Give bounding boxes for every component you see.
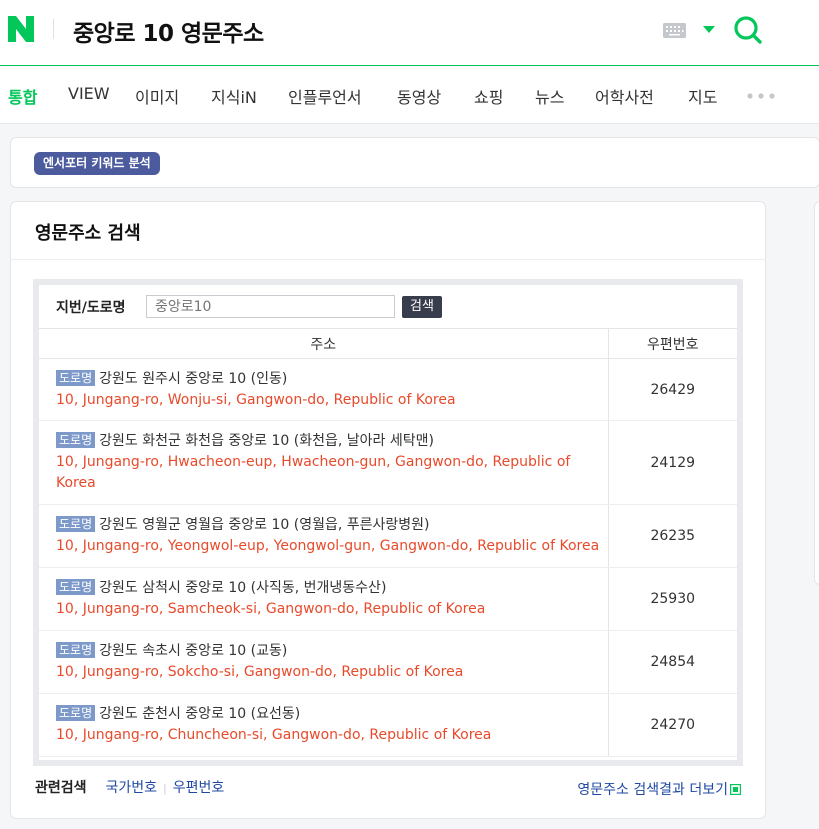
korean-address: 강원도 삼척시 중앙로 10 (사직동, 번개냉동수산) [99,580,387,596]
tab-all[interactable]: 통합 [8,84,37,108]
english-address-card: 영문주소 검색 지번/도로명 검색 주소 우편번호 도로명강원도 원주시 중앙로… [10,201,766,819]
korean-address: 강원도 영월군 영월읍 중앙로 10 (영월읍, 푸른사랑병원) [99,517,430,533]
card-title: 영문주소 검색 [35,223,141,244]
table-row: 도로명 강원도 화천군 화천읍 중앙로 10 (화천읍, 날아라 세탁맨) 10,… [39,420,737,505]
related-link-zip-code[interactable]: 우편번호 [173,780,225,796]
search-tabs: 통합 VIEW 이미지 지식iN 인플루언서 동영상 쇼핑 뉴스 어학사전 지도 [0,67,819,124]
tab-video[interactable]: 동영상 [397,84,441,108]
english-address[interactable]: 10, Jungang-ro, Sokcho-si, Gangwon-do, R… [56,662,608,683]
english-address[interactable]: 10, Jungang-ro, Wonju-si, Gangwon-do, Re… [56,390,608,411]
korean-address: 강원도 원주시 중앙로 10 (인동) [99,370,288,387]
road-name-badge: 도로명 [56,579,96,595]
zip-code: 25930 [608,567,737,631]
column-header-address: 주소 [39,328,609,359]
tab-kin[interactable]: 지식iN [211,84,257,108]
column-header-zip: 우편번호 [608,328,737,359]
table-row: 도로명 강원도 삼척시 중앙로 10 (사직동, 번개냉동수산) 10, Jung… [39,567,737,631]
tab-dictionary[interactable]: 어학사전 [595,84,654,108]
side-panel-card [814,201,819,585]
english-address[interactable]: 10, Jungang-ro, Samcheok-si, Gangwon-do,… [56,599,608,620]
address-search-button[interactable]: 검색 [402,296,442,318]
chevron-down-icon[interactable] [703,26,715,34]
tab-images[interactable]: 이미지 [135,84,179,108]
zip-code: 26235 [608,504,737,568]
zip-code: 24854 [608,630,737,694]
related-link-country-code[interactable]: 국가번호 [105,780,157,796]
zip-code: 24129 [608,420,737,505]
zip-code: 26429 [608,358,737,421]
more-results-label: 영문주소 검색결과 더보기 [577,782,728,798]
more-results-link[interactable]: 영문주소 검색결과 더보기 [577,779,741,799]
table-row: 도로명 강원도 영월군 영월읍 중앙로 10 (영월읍, 푸른사랑병원) 10, … [39,504,737,568]
search-header: 중앙로 10 영문주소 [0,0,819,66]
table-row: 도로명 강원도 속초시 중앙로 10 (교동) 10, Jungang-ro, S… [39,630,737,694]
related-divider: | [162,782,167,795]
address-search-input[interactable] [146,295,395,318]
tab-view[interactable]: VIEW [68,84,110,103]
road-name-badge: 도로명 [56,705,96,721]
tab-shopping[interactable]: 쇼핑 [474,84,503,108]
card-divider [11,259,765,260]
road-name-badge: 도로명 [56,369,96,386]
more-dots-icon[interactable] [746,92,776,100]
korean-address: 강원도 춘천시 중앙로 10 (요선동) [99,706,301,722]
search-query[interactable]: 중앙로 10 영문주소 [73,14,264,48]
korean-address: 강원도 화천군 화천읍 중앙로 10 (화천읍, 날아라 세탁맨) [99,433,434,449]
search-label: 지번/도로명 [56,300,126,316]
table-row: 도로명 강원도 원주시 중앙로 10 (인동) 10, Jungang-ro, W… [39,358,737,421]
english-address[interactable]: 10, Jungang-ro, Hwacheon-eup, Hwacheon-g… [56,452,608,494]
keyboard-icon[interactable] [663,23,686,38]
keyword-analysis-card: 엔서포터 키워드 분석 [10,137,819,188]
tab-influencer[interactable]: 인플루언서 [288,84,362,108]
zip-code: 24270 [608,693,737,757]
external-link-icon [730,784,741,795]
road-name-badge: 도로명 [56,642,96,658]
road-name-badge: 도로명 [56,432,96,448]
search-icon[interactable] [733,15,763,45]
address-search-box: 지번/도로명 검색 주소 우편번호 도로명강원도 원주시 중앙로 10 (인동)… [33,279,743,766]
korean-address: 강원도 속초시 중앙로 10 (교동) [99,643,288,659]
english-address[interactable]: 10, Jungang-ro, Chuncheon-si, Gangwon-do… [56,725,608,746]
road-name-badge: 도로명 [56,516,96,532]
tab-news[interactable]: 뉴스 [535,84,564,108]
english-address[interactable]: 10, Jungang-ro, Yeongwol-eup, Yeongwol-g… [56,536,608,557]
keyword-analysis-button[interactable]: 엔서포터 키워드 분석 [34,152,160,175]
table-row: 도로명 강원도 춘천시 중앙로 10 (요선동) 10, Jungang-ro, … [39,693,737,757]
related-searches: 관련검색 국가번호 | 우편번호 [35,777,224,797]
naver-logo[interactable] [8,16,34,42]
logo-divider [53,19,54,39]
address-table: 주소 우편번호 도로명 강원도 원주시 중앙로 10 (인동) 10, Junga… [39,328,737,757]
related-label: 관련검색 [35,780,87,796]
tab-map[interactable]: 지도 [688,84,717,108]
